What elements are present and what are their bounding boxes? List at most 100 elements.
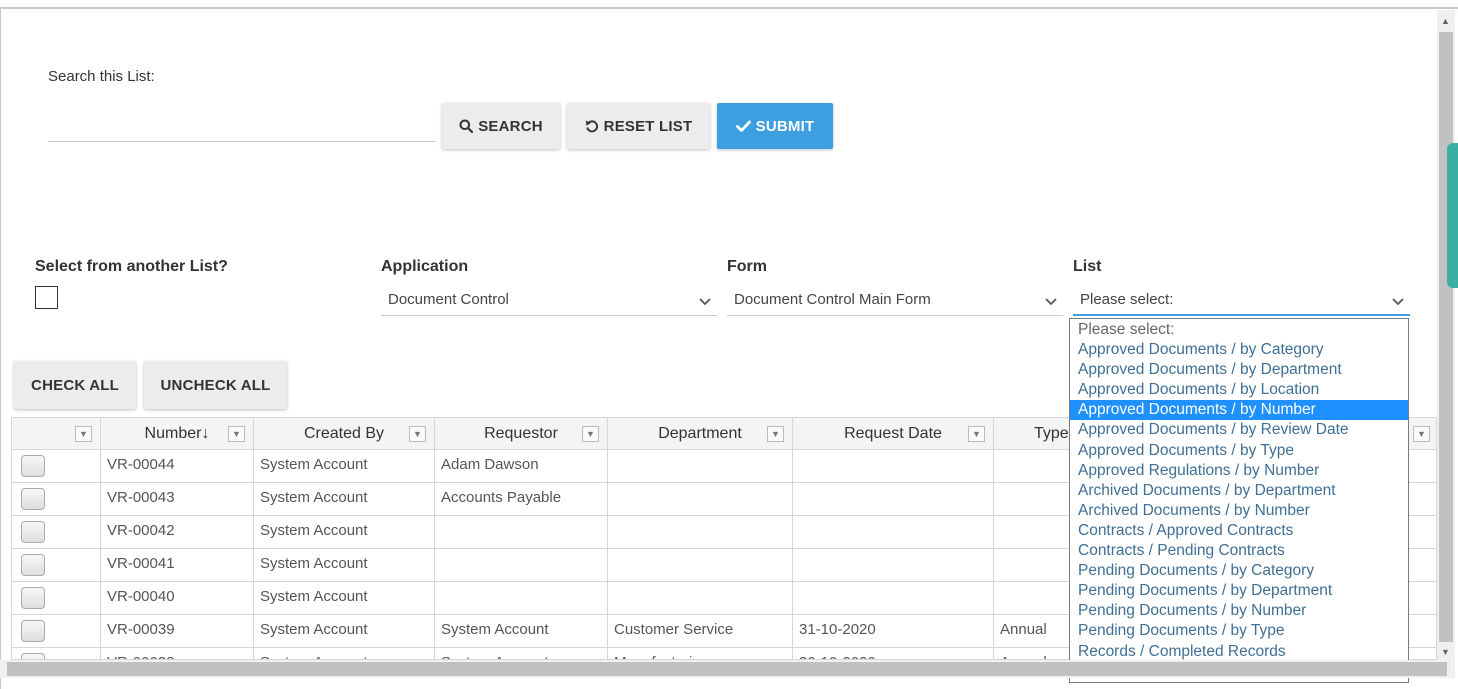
uncheck-all-button[interactable]: UNCHECK ALL bbox=[144, 361, 287, 409]
table-cell: Accounts Payable bbox=[435, 483, 608, 516]
dropdown-option[interactable]: Approved Documents / by Category bbox=[1070, 340, 1408, 360]
list-dropdown-menu[interactable]: Please select: Approved Documents / by Ca… bbox=[1069, 318, 1409, 683]
dropdown-option[interactable]: Approved Documents / by Location bbox=[1070, 380, 1408, 400]
undo-icon bbox=[585, 119, 599, 133]
left-border bbox=[0, 7, 1, 689]
form-select[interactable]: Document Control Main Form bbox=[727, 284, 1063, 316]
row-select-cell bbox=[12, 615, 101, 648]
table-cell: VR-00040 bbox=[101, 582, 254, 615]
table-cell: VR-00044 bbox=[101, 450, 254, 483]
dropdown-option[interactable]: Records / Completed Records bbox=[1070, 642, 1408, 662]
table-cell bbox=[793, 549, 994, 582]
row-checkbox[interactable] bbox=[21, 653, 45, 659]
table-cell bbox=[435, 516, 608, 549]
filter-icon[interactable]: ▼ bbox=[968, 426, 985, 442]
column-header-department[interactable]: Department ▼ bbox=[608, 418, 793, 450]
table-cell: Adam Dawson bbox=[435, 450, 608, 483]
table-cell: Customer Service bbox=[608, 615, 793, 648]
filter-icon[interactable]: ▼ bbox=[767, 426, 784, 442]
table-cell: System Account bbox=[254, 450, 435, 483]
search-input[interactable] bbox=[48, 112, 436, 142]
row-select-cell bbox=[12, 648, 101, 659]
search-icon bbox=[459, 119, 474, 133]
filter-icon[interactable]: ▼ bbox=[409, 426, 426, 442]
list-select[interactable]: Please select: bbox=[1073, 284, 1410, 316]
table-cell bbox=[608, 516, 793, 549]
search-label: Search this List: bbox=[48, 68, 155, 85]
check-all-button[interactable]: CHECK ALL bbox=[14, 361, 136, 409]
top-border bbox=[0, 7, 1458, 9]
row-checkbox[interactable] bbox=[21, 488, 45, 510]
row-checkbox[interactable] bbox=[21, 521, 45, 543]
table-cell: System Account bbox=[435, 648, 608, 659]
dropdown-option[interactable]: Approved Documents / by Number bbox=[1070, 400, 1408, 421]
column-header-created-by[interactable]: Created By ▼ bbox=[254, 418, 435, 450]
search-button[interactable]: SEARCH bbox=[442, 103, 560, 149]
dropdown-option[interactable]: Pending Documents / by Type bbox=[1070, 621, 1408, 641]
list-label: List bbox=[1073, 258, 1102, 275]
form-value: Document Control Main Form bbox=[734, 291, 931, 308]
form-label: Form bbox=[727, 258, 767, 275]
table-cell: System Account bbox=[254, 483, 435, 516]
table-cell bbox=[435, 549, 608, 582]
table-cell bbox=[793, 516, 994, 549]
column-header-number[interactable]: Number ↓ ▼ bbox=[101, 418, 254, 450]
row-select-cell bbox=[12, 450, 101, 483]
application-select[interactable]: Document Control bbox=[381, 284, 717, 316]
submit-button[interactable]: SUBMIT bbox=[717, 103, 833, 149]
filter-icon[interactable]: ▼ bbox=[228, 426, 245, 442]
table-cell: System Account bbox=[435, 615, 608, 648]
filter-icon[interactable]: ▼ bbox=[582, 426, 599, 442]
filter-icon[interactable]: ▼ bbox=[1413, 426, 1430, 442]
dropdown-option[interactable]: Approved Documents / by Type bbox=[1070, 441, 1408, 461]
row-checkbox[interactable] bbox=[21, 587, 45, 609]
column-header-select: ▼ bbox=[12, 418, 101, 450]
table-cell: System Account bbox=[254, 516, 435, 549]
horizontal-scrollbar[interactable] bbox=[0, 660, 1455, 678]
dropdown-option[interactable]: Approved Regulations / by Number bbox=[1070, 461, 1408, 481]
another-list-checkbox[interactable] bbox=[35, 286, 58, 309]
table-cell bbox=[793, 483, 994, 516]
dropdown-option[interactable]: Pending Documents / by Number bbox=[1070, 601, 1408, 621]
chevron-down-icon bbox=[1045, 293, 1057, 310]
reset-list-button[interactable]: RESET LIST bbox=[567, 103, 710, 149]
table-cell: VR-00041 bbox=[101, 549, 254, 582]
search-button-label: SEARCH bbox=[478, 117, 543, 135]
application-value: Document Control bbox=[388, 291, 509, 308]
vertical-scroll-thumb[interactable] bbox=[1439, 32, 1453, 642]
row-checkbox[interactable] bbox=[21, 455, 45, 477]
table-cell: VR-00039 bbox=[101, 615, 254, 648]
row-select-cell bbox=[12, 483, 101, 516]
row-checkbox[interactable] bbox=[21, 554, 45, 576]
horizontal-scroll-thumb[interactable] bbox=[7, 662, 1447, 676]
table-cell: 30-10-2020 bbox=[793, 648, 994, 659]
dropdown-option[interactable]: Please select: bbox=[1070, 320, 1408, 340]
dropdown-option[interactable]: Archived Documents / by Department bbox=[1070, 481, 1408, 501]
column-header-requestor[interactable]: Requestor ▼ bbox=[435, 418, 608, 450]
vertical-scrollbar[interactable]: ▲ ▼ bbox=[1437, 10, 1455, 660]
scroll-down-icon[interactable]: ▼ bbox=[1441, 647, 1450, 657]
table-cell: VR-00042 bbox=[101, 516, 254, 549]
table-cell bbox=[608, 549, 793, 582]
dropdown-option[interactable]: Archived Documents / by Number bbox=[1070, 501, 1408, 521]
side-panel-handle[interactable] bbox=[1447, 143, 1458, 288]
check-all-label: CHECK ALL bbox=[31, 376, 119, 394]
column-header-request-date[interactable]: Request Date ▼ bbox=[793, 418, 994, 450]
filter-icon[interactable]: ▼ bbox=[75, 426, 92, 442]
scroll-up-icon[interactable]: ▲ bbox=[1441, 16, 1450, 26]
reset-button-label: RESET LIST bbox=[603, 117, 693, 135]
dropdown-option[interactable]: Contracts / Approved Contracts bbox=[1070, 521, 1408, 541]
row-checkbox[interactable] bbox=[21, 620, 45, 642]
chevron-down-icon bbox=[699, 293, 711, 310]
row-select-cell bbox=[12, 516, 101, 549]
dropdown-option[interactable]: Approved Documents / by Review Date bbox=[1070, 420, 1408, 440]
dropdown-option[interactable]: Pending Documents / by Category bbox=[1070, 561, 1408, 581]
another-list-label: Select from another List? bbox=[35, 258, 228, 275]
dropdown-option[interactable]: Pending Documents / by Department bbox=[1070, 581, 1408, 601]
dropdown-option[interactable]: Contracts / Pending Contracts bbox=[1070, 541, 1408, 561]
row-select-cell bbox=[12, 549, 101, 582]
table-cell bbox=[793, 582, 994, 615]
table-cell bbox=[435, 582, 608, 615]
dropdown-option[interactable]: Approved Documents / by Department bbox=[1070, 360, 1408, 380]
table-cell: VR-00038 bbox=[101, 648, 254, 659]
